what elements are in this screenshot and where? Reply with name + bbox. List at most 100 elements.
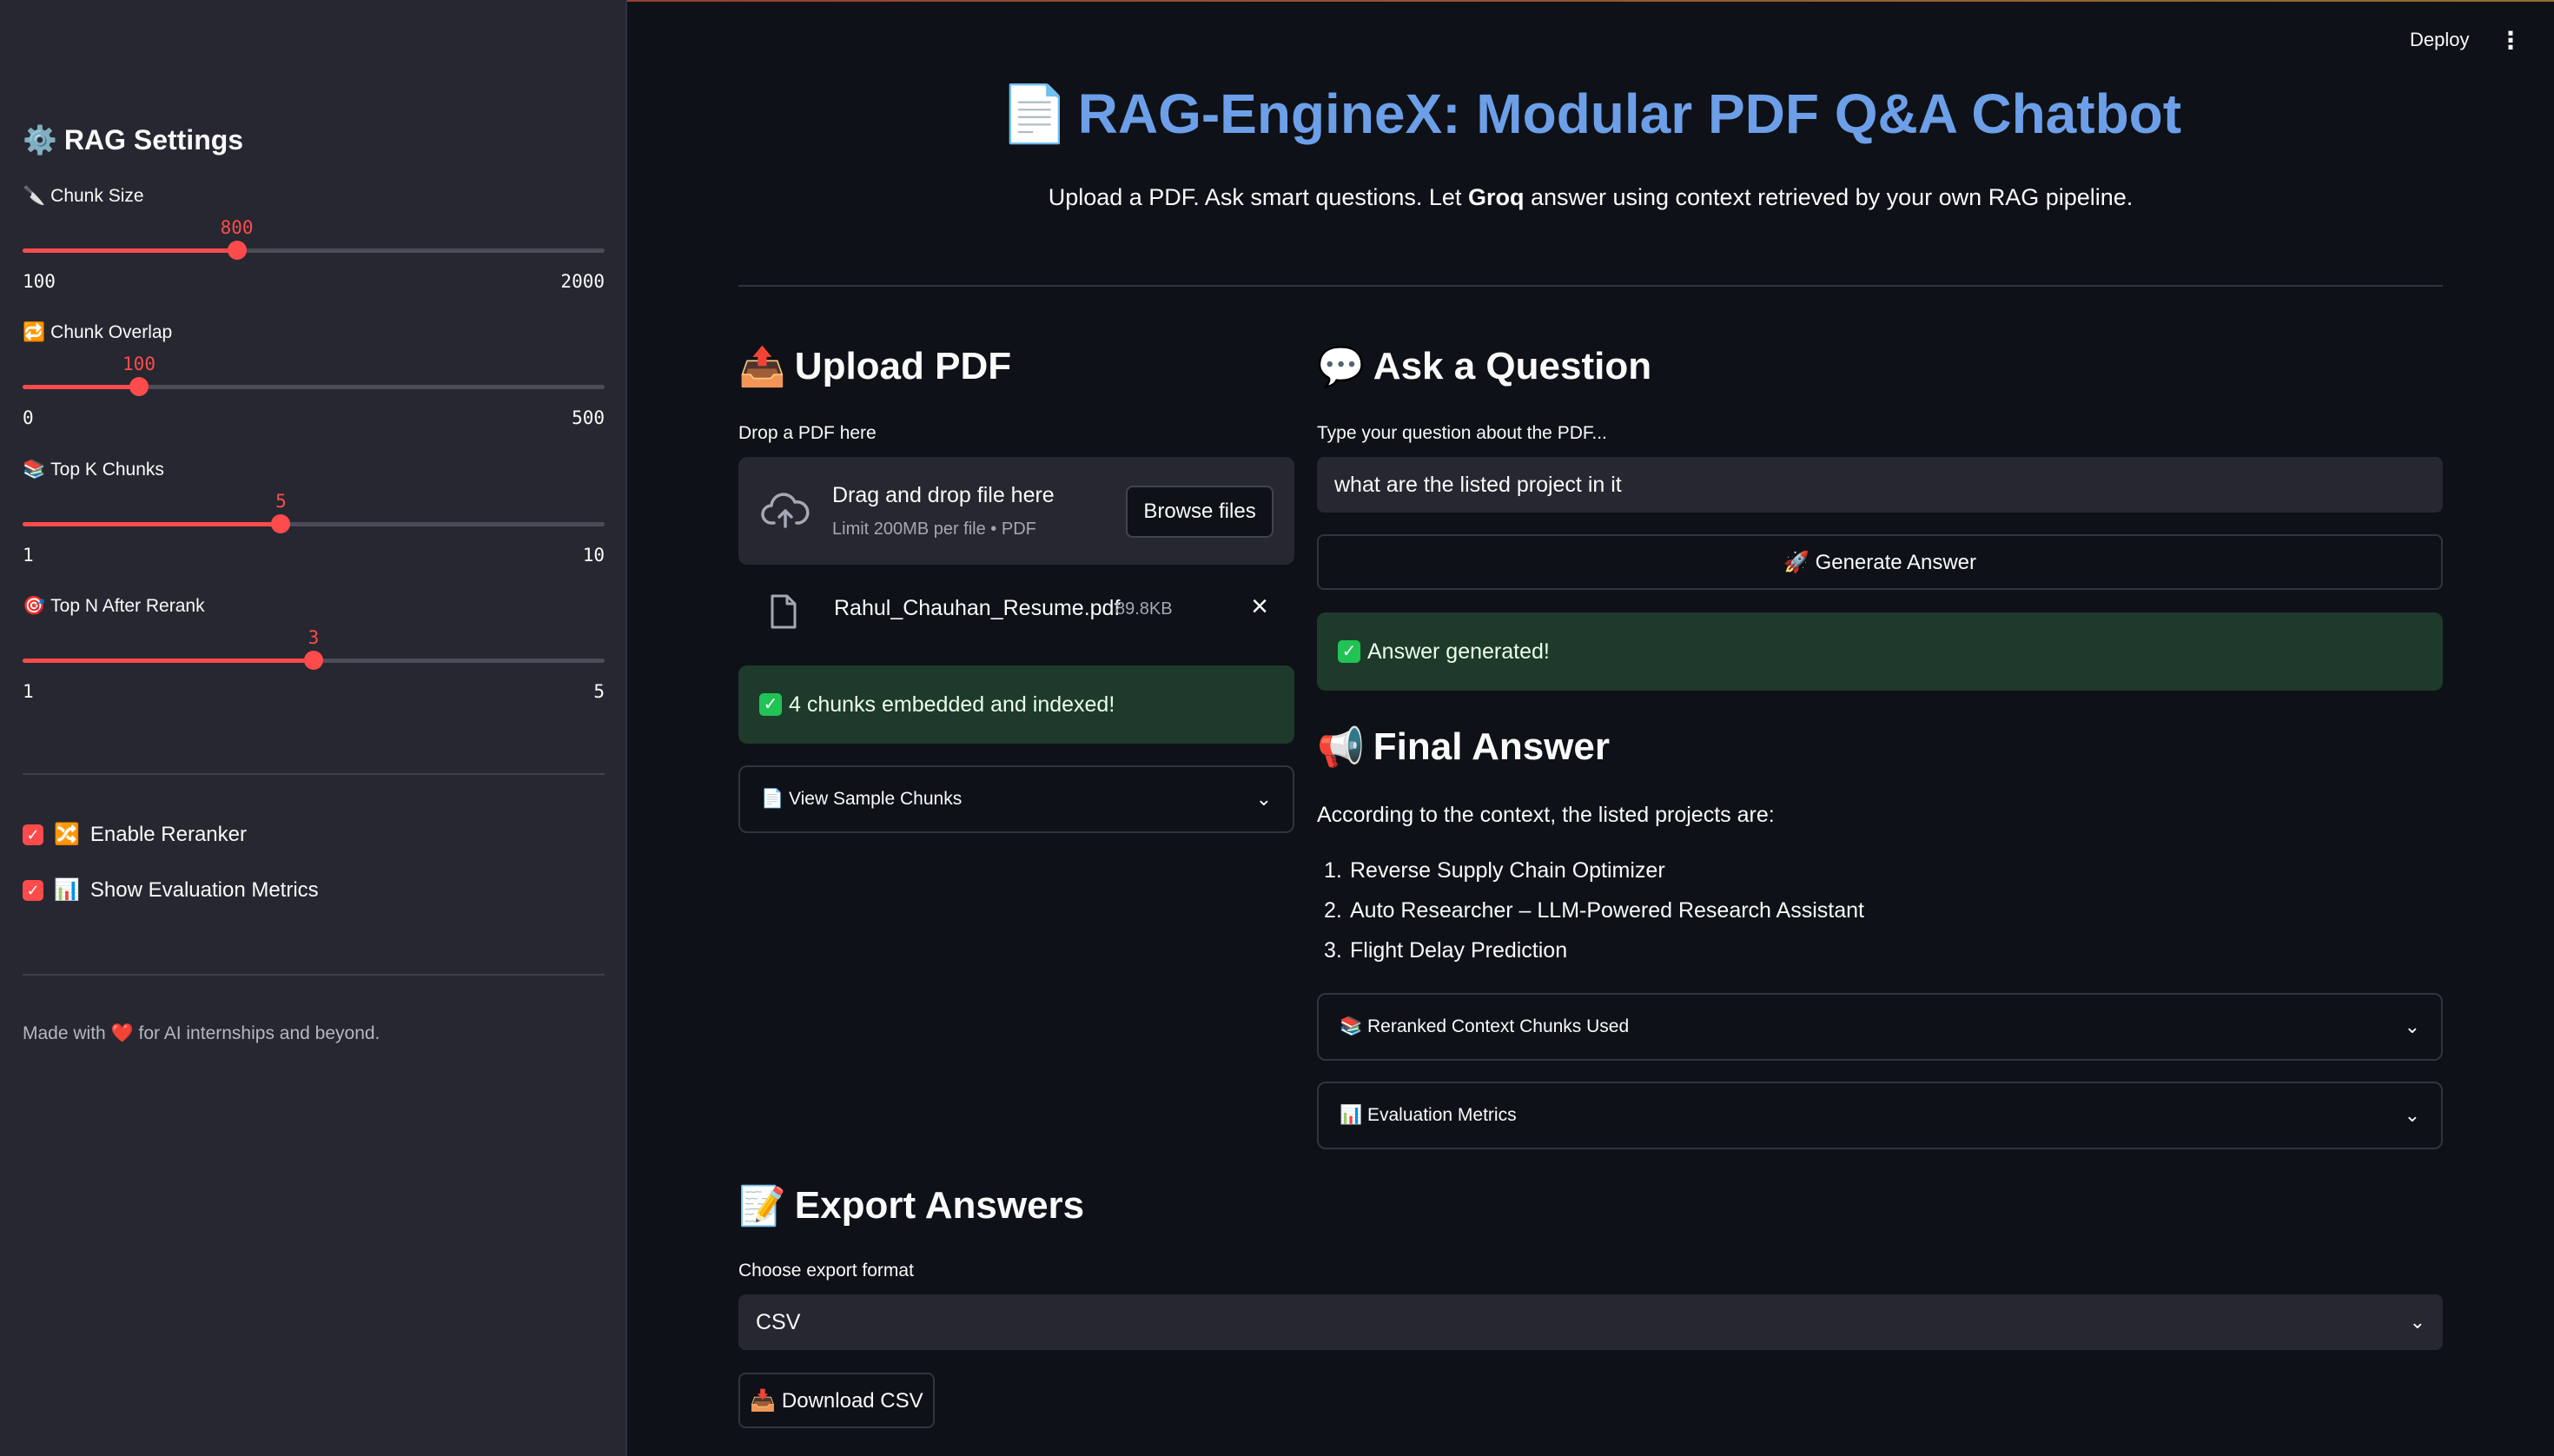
slider-value: 3: [308, 627, 320, 648]
top-n-label-text: Top N After Rerank: [50, 596, 205, 616]
page-subtitle: Upload a PDF. Ask smart questions. Let G…: [627, 184, 2554, 211]
generate-answer-label: Generate Answer: [1815, 550, 1976, 574]
top-k-slider[interactable]: 5 1 10: [23, 491, 605, 566]
subtitle-text: Upload a PDF. Ask smart questions. Let: [1048, 184, 1468, 210]
question-label: Type your question about the PDF...: [1317, 423, 1607, 443]
chart-icon: 📊: [1340, 1105, 1363, 1125]
rocket-icon: 🚀: [1783, 550, 1810, 574]
list-item-text: Flight Delay Prediction: [1350, 938, 1568, 963]
question-input-value: what are the listed project in it: [1334, 472, 1622, 497]
gear-icon: ⚙️: [23, 124, 57, 156]
file-dropzone[interactable]: Drag and drop file here Limit 200MB per …: [738, 457, 1294, 565]
target-icon: 🎯: [23, 596, 46, 616]
uploaded-file-row: Rahul_Chauhan_Resume.pdf 89.8KB ×: [738, 582, 1294, 638]
upload-label: Drop a PDF here: [738, 423, 877, 443]
export-format-select[interactable]: CSV ⌄: [738, 1294, 2443, 1350]
list-number: 1.: [1324, 858, 1342, 883]
top-n-label: 🎯 Top N After Rerank: [23, 596, 205, 617]
list-item-text: Auto Researcher – LLM-Powered Research A…: [1350, 898, 1864, 923]
remove-file-icon[interactable]: ×: [1244, 591, 1275, 622]
answer-list: 1. Reverse Supply Chain Optimizer 2. Auto …: [1317, 858, 1864, 978]
chunk-size-label: 🔪 Chunk Size: [23, 186, 144, 207]
slider-thumb[interactable]: [227, 241, 247, 260]
slider-thumb[interactable]: [271, 514, 291, 533]
chunk-overlap-label-text: Chunk Overlap: [50, 322, 173, 342]
slider-thumb[interactable]: [304, 651, 323, 670]
browse-files-button[interactable]: Browse files: [1126, 486, 1274, 538]
file-name: Rahul_Chauhan_Resume.pdf: [834, 596, 1121, 620]
chunk-size-slider[interactable]: 800 100 2000: [23, 217, 605, 292]
expander-label: Reranked Context Chunks Used: [1367, 1016, 1630, 1036]
cloud-upload-icon: [761, 493, 810, 528]
export-format-value: CSV: [756, 1309, 801, 1334]
upload-heading-text: Upload PDF: [794, 345, 1012, 387]
download-csv-label: Download CSV: [781, 1388, 923, 1413]
file-icon: [771, 594, 797, 629]
page-icon: 📄: [761, 789, 784, 809]
answer-success-text: Answer generated!: [1367, 639, 1550, 664]
slider-max: 5: [593, 681, 605, 702]
question-input[interactable]: what are the listed project in it: [1317, 457, 2443, 513]
dropzone-title: Drag and drop file here: [832, 483, 1055, 507]
list-item-text: Reverse Supply Chain Optimizer: [1350, 858, 1665, 883]
megaphone-icon: 📢: [1317, 726, 1365, 769]
file-size: 89.8KB: [1115, 599, 1173, 619]
sidebar-title: ⚙️ RAG Settings: [23, 123, 243, 156]
speech-bubble-icon: 💬: [1317, 346, 1365, 388]
chart-icon: 📊: [54, 878, 80, 902]
footer-text-end: for AI internships and beyond.: [133, 1023, 380, 1043]
slider-fill: [23, 522, 281, 526]
question-heading: 💬 Ask a Question: [1317, 344, 1651, 389]
subtitle-bold: Groq: [1467, 184, 1525, 210]
deploy-button[interactable]: Deploy: [2398, 24, 2481, 56]
slider-value: 800: [220, 217, 254, 238]
expander-label: View Sample Chunks: [789, 789, 963, 809]
view-sample-chunks-expander[interactable]: 📄 View Sample Chunks ⌄: [738, 765, 1294, 833]
slider-fill: [23, 248, 237, 253]
check-mark-icon: ✓: [759, 693, 782, 716]
slider-thumb[interactable]: [129, 377, 149, 396]
checkbox-checked-icon[interactable]: ✓: [23, 879, 43, 901]
slider-min: 1: [23, 681, 34, 702]
chunk-overlap-slider[interactable]: 100 0 500: [23, 354, 605, 428]
footer-text: Made with: [23, 1023, 111, 1043]
chevron-down-icon: ⌄: [2404, 1104, 2420, 1126]
header-divider: [738, 285, 2443, 287]
export-heading-text: Export Answers: [794, 1184, 1085, 1227]
final-answer-heading: 📢 Final Answer: [1317, 725, 1610, 770]
sidebar-title-label: RAG Settings: [63, 123, 244, 156]
chunk-size-label-text: Chunk Size: [50, 186, 144, 206]
memo-icon: 📝: [738, 1185, 786, 1228]
books-icon: 📚: [23, 460, 46, 480]
final-answer-heading-text: Final Answer: [1373, 725, 1611, 768]
repeat-icon: 🔁: [23, 322, 46, 342]
top-n-slider[interactable]: 3 1 5: [23, 627, 605, 702]
export-format-label: Choose export format: [738, 1261, 914, 1281]
download-csv-button[interactable]: 📥 Download CSV: [738, 1373, 935, 1428]
sidebar-footer: Made with ❤️ for AI internships and beyo…: [23, 1023, 380, 1044]
answer-success-alert: ✓ Answer generated!: [1317, 612, 2443, 691]
reranked-chunks-expander[interactable]: 📚 Reranked Context Chunks Used ⌄: [1317, 993, 2443, 1061]
checkbox-checked-icon[interactable]: ✓: [23, 824, 43, 845]
more-menu-icon[interactable]: ⋮: [2495, 24, 2526, 56]
list-number: 3.: [1324, 938, 1342, 963]
chevron-down-icon: ⌄: [1255, 788, 1272, 810]
page-title-text: RAG-EngineX: Modular PDF Q&A Chatbot: [1077, 83, 2182, 145]
list-item: 1. Reverse Supply Chain Optimizer: [1317, 858, 1864, 898]
generate-answer-button[interactable]: 🚀 Generate Answer: [1317, 534, 2443, 590]
sidebar-divider: [23, 974, 605, 976]
evaluation-metrics-expander[interactable]: 📊 Evaluation Metrics ⌄: [1317, 1082, 2443, 1149]
outbox-icon: 📤: [738, 346, 786, 388]
check-mark-icon: ✓: [1338, 640, 1360, 663]
slider-value: 100: [122, 354, 155, 374]
enable-reranker-checkbox[interactable]: ✓ 🔀 Enable Reranker: [23, 822, 247, 847]
shuffle-icon: 🔀: [54, 823, 80, 846]
slider-fill: [23, 385, 139, 389]
chevron-down-icon: ⌄: [2404, 1016, 2420, 1037]
document-icon: 📄: [999, 83, 1069, 145]
show-metrics-checkbox[interactable]: ✓ 📊 Show Evaluation Metrics: [23, 877, 319, 903]
slider-max: 500: [572, 407, 605, 428]
books-icon: 📚: [1340, 1016, 1363, 1036]
inbox-icon: 📥: [750, 1388, 777, 1413]
slider-max: 10: [582, 545, 605, 566]
